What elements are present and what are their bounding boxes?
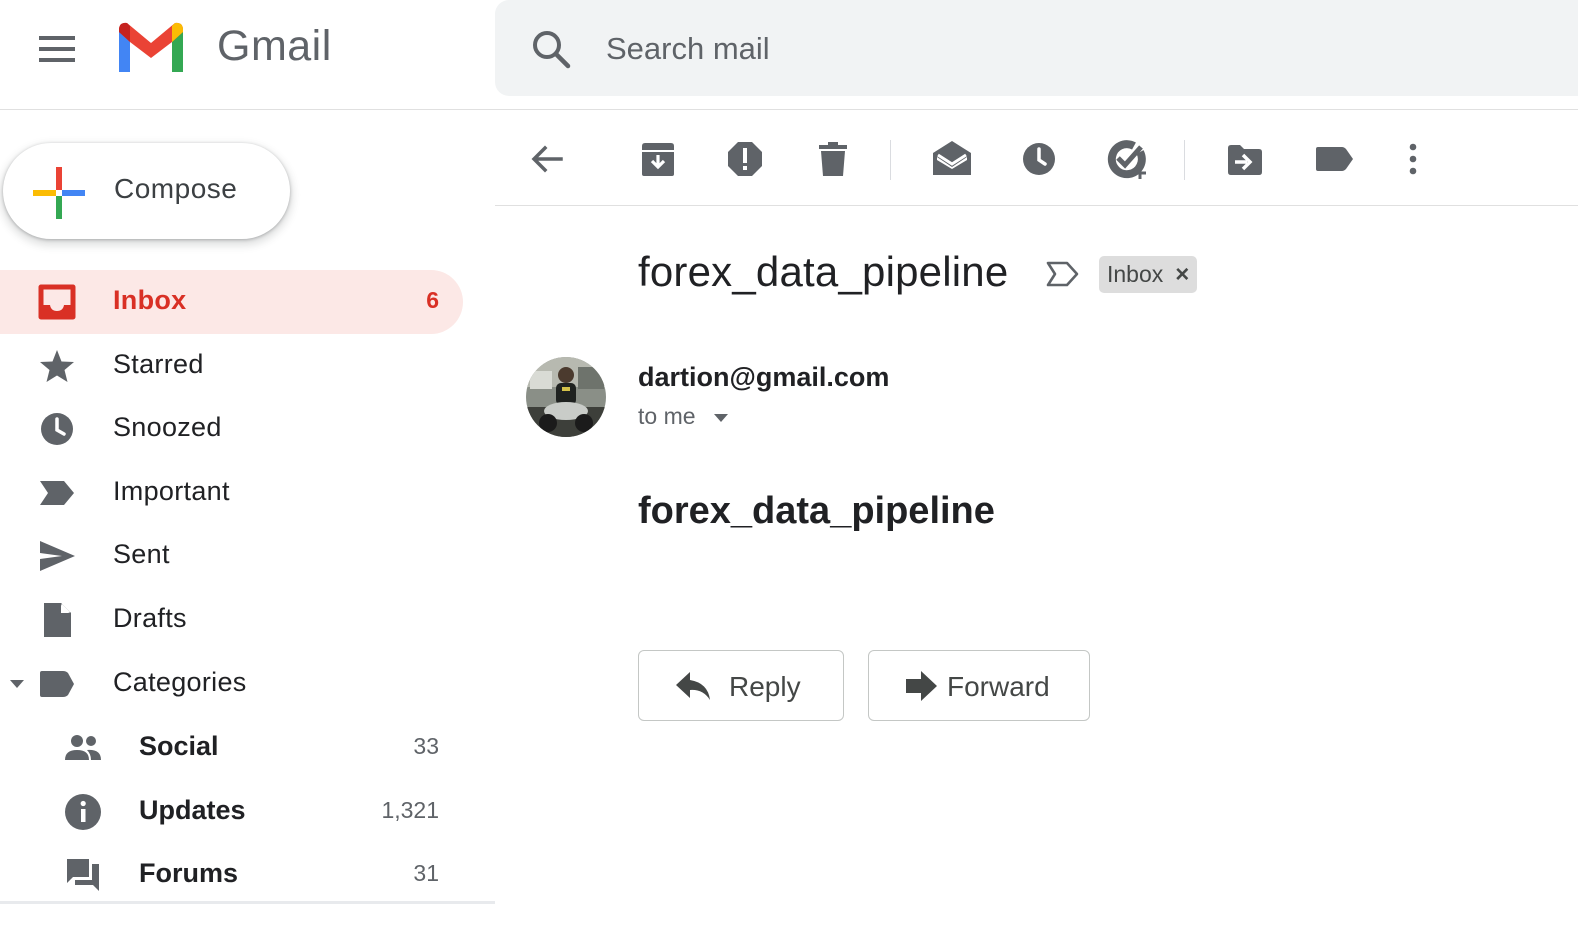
send-icon (40, 541, 75, 571)
toolbar-divider-line (495, 205, 1578, 206)
category-label: Updates (139, 795, 246, 825)
sidebar-item-label: Drafts (113, 603, 187, 633)
sidebar-divider (0, 901, 495, 904)
remove-label-icon[interactable]: × (1175, 256, 1189, 293)
snooze-icon (1023, 143, 1055, 175)
archive-button[interactable] (635, 136, 681, 182)
search-icon[interactable] (530, 28, 572, 70)
forward-label: Forward (947, 671, 1050, 702)
sidebar-item-starred[interactable]: Starred (0, 334, 463, 398)
report-spam-button[interactable] (722, 136, 768, 182)
category-count: 31 (413, 860, 439, 886)
sidebar-item-drafts[interactable]: Drafts (0, 588, 463, 652)
info-icon (65, 794, 101, 830)
email-subject: forex_data_pipeline (638, 248, 1009, 295)
toolbar-divider (890, 140, 891, 180)
top-bar: Gmail (0, 0, 1578, 110)
sidebar-item-social[interactable]: Social 33 (0, 715, 463, 779)
sender-avatar[interactable] (526, 357, 606, 437)
reply-label: Reply (729, 671, 801, 702)
delete-icon (819, 142, 847, 176)
label-chip-text: Inbox (1107, 261, 1164, 287)
report-spam-icon (728, 142, 762, 176)
recipient-details[interactable]: to me (638, 403, 696, 430)
sidebar-item-categories[interactable]: Categories (0, 652, 463, 716)
compose-label: Compose (114, 173, 238, 204)
label-icon (40, 671, 74, 697)
reply-icon (676, 672, 710, 700)
more-options-icon (1409, 143, 1417, 175)
unread-count: 6 (426, 287, 439, 313)
inbox-icon (38, 284, 76, 320)
compose-plus-icon (33, 167, 85, 219)
compose-button[interactable]: Compose (3, 143, 290, 239)
label-icon (1316, 147, 1353, 171)
avatar-photo (526, 357, 606, 437)
toolbar-divider (1184, 140, 1185, 180)
mark-unread-icon (933, 141, 971, 175)
reply-button[interactable]: Reply (638, 650, 844, 721)
gmail-logo-icon[interactable] (114, 18, 188, 76)
sidebar-item-label: Starred (113, 349, 204, 379)
sidebar-item-label: Sent (113, 539, 170, 569)
sidebar-item-label: Snoozed (113, 412, 222, 442)
clock-icon (41, 413, 73, 445)
forward-icon (906, 671, 937, 701)
important-icon (40, 481, 74, 505)
delete-button[interactable] (810, 136, 856, 182)
caret-down-icon[interactable] (8, 677, 26, 691)
more-options-button[interactable] (1390, 136, 1436, 182)
sidebar-item-inbox[interactable]: Inbox 6 (0, 270, 463, 334)
star-icon (40, 350, 74, 382)
sidebar-item-label: Inbox (113, 285, 187, 315)
label-chip-inbox: Inbox × (1099, 256, 1198, 293)
snooze-button[interactable] (1016, 136, 1062, 182)
people-icon (65, 735, 101, 760)
hamburger-menu-icon (39, 36, 75, 62)
search-input[interactable] (606, 26, 1506, 72)
sidebar-item-important[interactable]: Important (0, 461, 463, 525)
add-to-tasks-button[interactable] (1104, 136, 1150, 182)
category-count: 1,321 (381, 797, 439, 823)
sidebar-item-forums[interactable]: Forums 31 (0, 842, 463, 906)
sidebar-item-sent[interactable]: Sent (0, 524, 463, 588)
sidebar-item-label: Important (113, 476, 230, 506)
move-to-button[interactable] (1222, 136, 1268, 182)
forum-icon (67, 859, 99, 891)
labels-button[interactable] (1311, 136, 1357, 182)
add-task-icon (1107, 140, 1146, 179)
important-marker-icon[interactable] (1045, 258, 1081, 290)
main-menu-button[interactable] (32, 26, 82, 72)
sidebar-item-snoozed[interactable]: Snoozed (0, 397, 463, 461)
sender-email: dartion@gmail.com (638, 362, 890, 392)
sidebar-item-label: Categories (113, 667, 247, 697)
mark-unread-button[interactable] (929, 136, 975, 182)
app-name: Gmail (217, 22, 332, 70)
email-body: forex_data_pipeline (638, 490, 995, 532)
move-to-icon (1228, 145, 1262, 175)
back-button[interactable] (524, 136, 570, 182)
category-label: Social (139, 731, 219, 761)
show-details-caret-icon[interactable] (712, 412, 730, 424)
category-count: 33 (413, 733, 439, 759)
category-label: Forums (139, 858, 239, 888)
back-arrow-icon (531, 145, 563, 173)
archive-icon (642, 143, 674, 176)
draft-icon (44, 603, 71, 637)
sidebar-item-updates[interactable]: Updates 1,321 (0, 779, 463, 843)
forward-button[interactable]: Forward (868, 650, 1090, 721)
